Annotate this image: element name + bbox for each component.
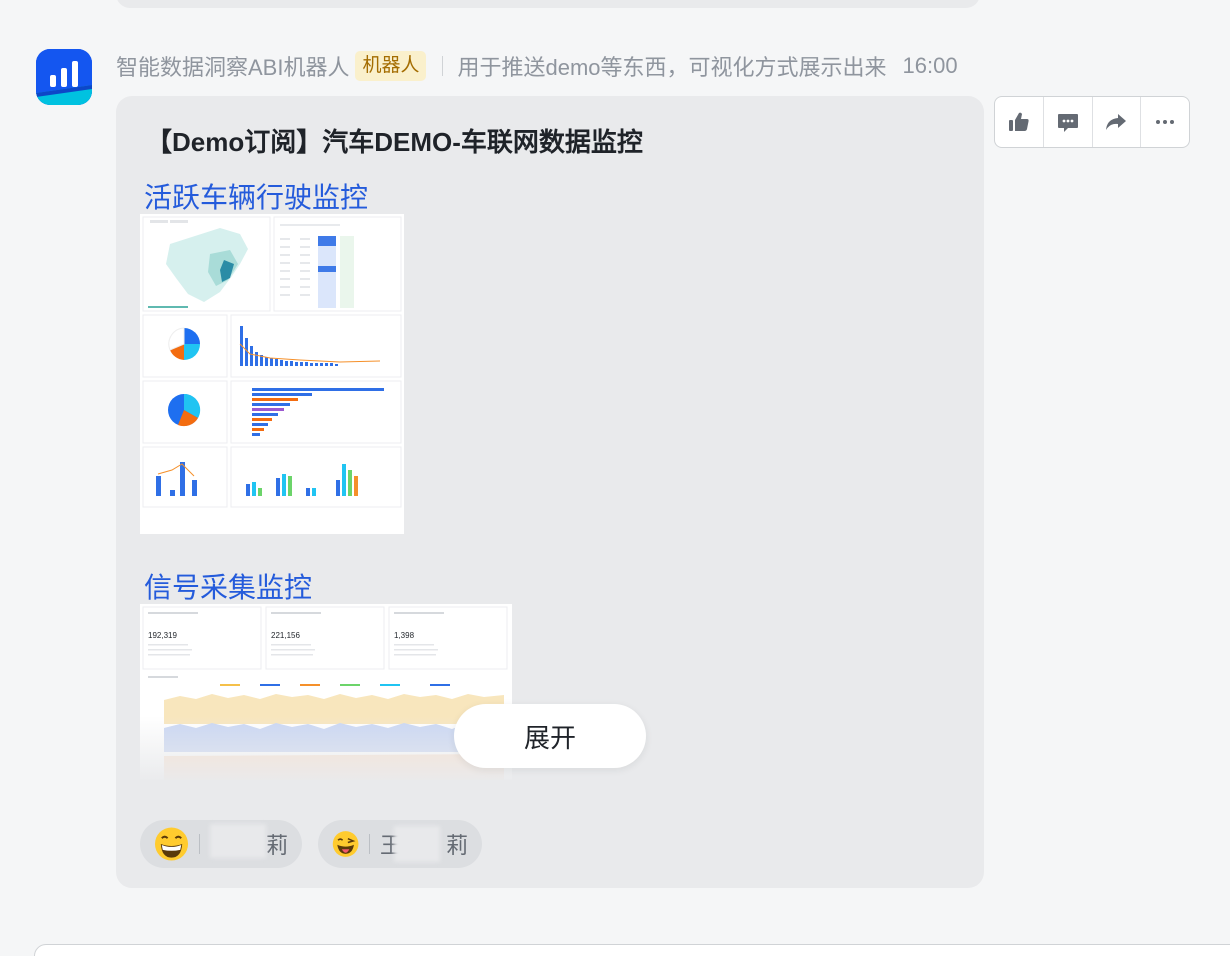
kpi-value-3: 1,398 xyxy=(394,631,415,640)
kpi-value-2: 221,156 xyxy=(271,631,300,640)
section-link-signal-collection[interactable]: 信号采集监控 xyxy=(144,566,312,606)
thumbs-up-icon xyxy=(1008,112,1029,131)
dashboard-thumbnail-vehicles[interactable] xyxy=(140,214,404,534)
reaction-user-name: 王莉 xyxy=(380,826,468,862)
bot-badge: 机器人 xyxy=(355,51,427,81)
grinning-face-icon xyxy=(154,827,189,861)
bar-chart-logo-icon xyxy=(36,49,92,105)
reaction-wink[interactable]: 王莉 xyxy=(318,820,482,868)
expand-button[interactable]: 展开 xyxy=(454,704,646,768)
bot-avatar[interactable] xyxy=(36,49,92,105)
kpi-value-1: 192,319 xyxy=(148,631,177,640)
dashboard-preview-image xyxy=(140,214,404,534)
more-button[interactable] xyxy=(1141,97,1189,147)
card-title: 【Demo订阅】汽车DEMO-车联网数据监控 xyxy=(146,127,643,157)
redacted-name-blur xyxy=(393,826,440,862)
more-horizontal-icon xyxy=(1156,120,1175,124)
message-input-box[interactable] xyxy=(34,944,1230,956)
like-button[interactable] xyxy=(995,97,1044,147)
message-header: 智能数据洞察ABI机器人 机器人 用于推送demo等东西，可视化方式展示出来 1… xyxy=(116,50,958,82)
message-action-toolbar xyxy=(994,96,1190,148)
message-time: 16:00 xyxy=(902,53,958,78)
reply-button[interactable] xyxy=(1044,97,1093,147)
reaction-user-name: 莉 xyxy=(209,824,288,860)
winking-tongue-face-icon xyxy=(332,831,359,857)
forward-button[interactable] xyxy=(1093,97,1142,147)
comment-icon xyxy=(1057,114,1078,132)
message-card: 【Demo订阅】汽车DEMO-车联网数据监控 活跃车辆行驶监控 信号采集监控 1… xyxy=(116,96,984,888)
previous-message-card xyxy=(116,0,980,8)
section-link-active-vehicles[interactable]: 活跃车辆行驶监控 xyxy=(144,176,368,216)
reaction-grin[interactable]: 莉 xyxy=(140,820,302,868)
reaction-divider xyxy=(199,834,200,854)
redacted-name-blur xyxy=(209,824,266,858)
header-divider xyxy=(442,56,444,76)
reaction-divider xyxy=(369,834,370,854)
forward-arrow-icon xyxy=(1106,114,1127,130)
sender-name[interactable]: 智能数据洞察ABI机器人 xyxy=(116,50,349,82)
bot-description: 用于推送demo等东西，可视化方式展示出来 xyxy=(457,55,887,80)
